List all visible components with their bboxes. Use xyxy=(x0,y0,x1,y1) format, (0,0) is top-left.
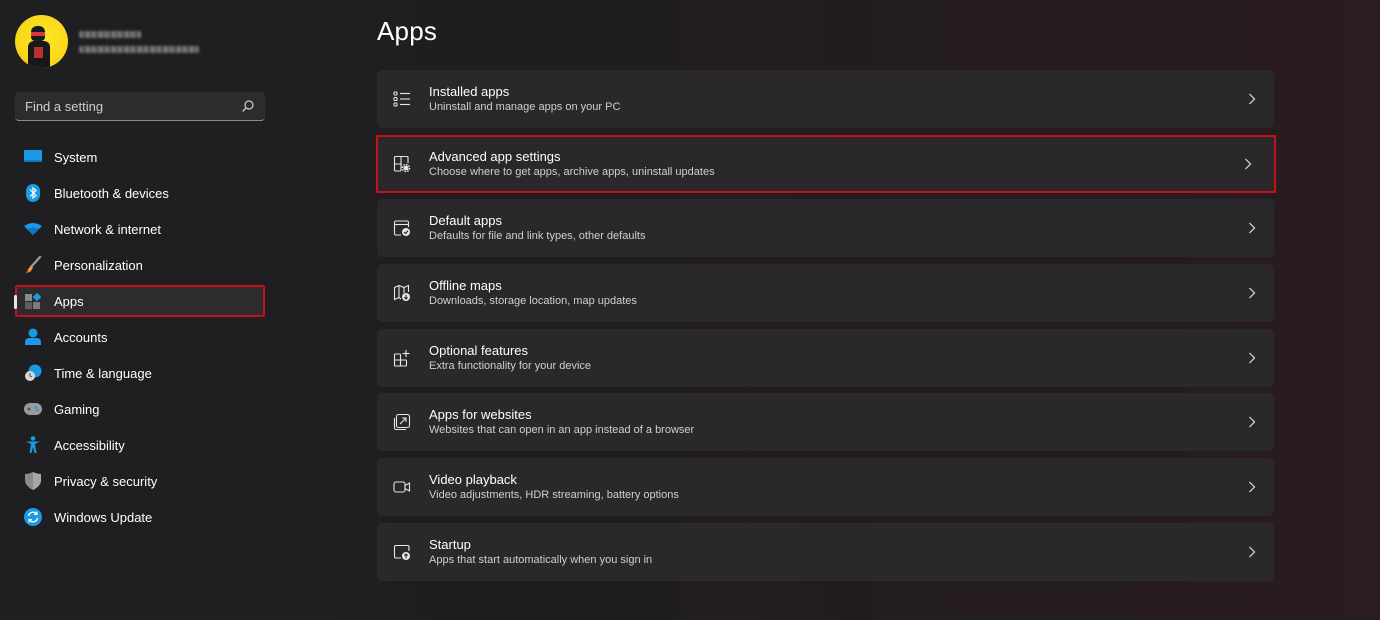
card-title: Default apps xyxy=(429,213,502,229)
sidebar: System Bluetooth & devices Network & int… xyxy=(0,0,280,620)
sidebar-item-label: System xyxy=(54,149,98,165)
chevron-right-icon xyxy=(1246,352,1258,364)
card-video-playback[interactable]: Video playback Video adjustments, HDR st… xyxy=(377,458,1274,517)
user-email-redacted xyxy=(79,45,199,53)
search-icon[interactable] xyxy=(241,99,255,113)
settings-list: Installed apps Uninstall and manage apps… xyxy=(376,70,1276,588)
card-title: Optional features xyxy=(429,342,529,358)
card-optional-features[interactable]: Optional features Extra functionality fo… xyxy=(377,328,1274,387)
chevron-right-icon xyxy=(1246,93,1258,105)
update-icon xyxy=(24,508,42,526)
card-startup[interactable]: Startup Apps that start automatically wh… xyxy=(377,522,1274,581)
startup-icon xyxy=(392,542,412,562)
open-external-icon xyxy=(392,412,412,432)
sidebar-item-accounts[interactable]: Accounts xyxy=(15,321,265,353)
card-subtitle: Choose where to get apps, archive apps, … xyxy=(429,165,715,178)
search-box[interactable] xyxy=(15,92,265,121)
card-subtitle: Extra functionality for your device xyxy=(429,359,592,372)
chevron-right-icon xyxy=(1246,546,1258,558)
wifi-icon xyxy=(24,220,42,238)
sidebar-item-label: Network & internet xyxy=(54,221,161,237)
apps-icon xyxy=(24,292,42,310)
card-subtitle: Websites that can open in an app instead… xyxy=(429,424,695,437)
sidebar-item-network-internet[interactable]: Network & internet xyxy=(15,213,265,245)
user-profile[interactable] xyxy=(15,15,199,68)
bluetooth-icon xyxy=(24,184,42,202)
chevron-right-icon xyxy=(1246,481,1258,493)
app-settings-icon xyxy=(392,154,412,174)
sidebar-item-bluetooth-devices[interactable]: Bluetooth & devices xyxy=(15,177,265,209)
card-title: Offline maps xyxy=(429,278,502,294)
add-feature-icon xyxy=(392,348,412,368)
sidebar-item-label: Time & language xyxy=(54,365,152,381)
card-installed-apps[interactable]: Installed apps Uninstall and manage apps… xyxy=(377,70,1274,128)
sidebar-item-time-language[interactable]: Time & language xyxy=(15,357,265,389)
sidebar-item-label: Privacy & security xyxy=(54,473,158,489)
sidebar-item-label: Bluetooth & devices xyxy=(54,185,169,201)
card-default-apps[interactable]: Default apps Defaults for file and link … xyxy=(377,199,1274,258)
list-icon xyxy=(392,89,412,109)
chevron-right-icon xyxy=(1246,287,1258,299)
default-apps-icon xyxy=(392,218,412,238)
sidebar-item-accessibility[interactable]: Accessibility xyxy=(15,429,265,461)
card-subtitle: Downloads, storage location, map updates xyxy=(429,295,637,308)
map-download-icon xyxy=(392,283,412,303)
user-name-redacted xyxy=(79,30,141,38)
chevron-right-icon xyxy=(1246,222,1258,234)
sidebar-item-privacy-security[interactable]: Privacy & security xyxy=(15,465,265,497)
person-icon xyxy=(24,328,42,346)
card-apps-for-websites[interactable]: Apps for websites Websites that can open… xyxy=(377,393,1274,452)
brush-icon xyxy=(24,256,42,274)
accessibility-icon xyxy=(24,436,42,454)
shield-icon xyxy=(24,472,42,490)
system-icon xyxy=(24,148,42,166)
sidebar-item-label: Apps xyxy=(54,293,84,309)
sidebar-item-label: Windows Update xyxy=(54,509,153,525)
chevron-right-icon xyxy=(1242,158,1254,170)
sidebar-item-apps[interactable]: Apps xyxy=(14,285,265,317)
sidebar-item-label: Gaming xyxy=(54,401,100,417)
card-offline-maps[interactable]: Offline maps Downloads, storage location… xyxy=(377,264,1274,323)
chevron-right-icon xyxy=(1246,416,1258,428)
gamepad-icon xyxy=(24,400,42,418)
sidebar-item-label: Accounts xyxy=(54,329,108,345)
clock-globe-icon xyxy=(24,364,42,382)
card-subtitle: Uninstall and manage apps on your PC xyxy=(429,101,621,113)
card-subtitle: Video adjustments, HDR streaming, batter… xyxy=(429,489,679,502)
card-subtitle: Defaults for file and link types, other … xyxy=(429,230,646,243)
page-title: Apps xyxy=(377,16,438,46)
search-input[interactable] xyxy=(25,98,241,114)
video-icon xyxy=(392,477,412,497)
card-title: Apps for websites xyxy=(429,407,532,423)
card-title: Advanced app settings xyxy=(429,148,561,164)
sidebar-item-personalization[interactable]: Personalization xyxy=(15,249,265,281)
sidebar-item-system[interactable]: System xyxy=(15,141,265,173)
sidebar-nav: System Bluetooth & devices Network & int… xyxy=(14,141,265,537)
card-title: Startup xyxy=(429,536,471,552)
card-title: Video playback xyxy=(429,472,517,488)
sidebar-item-windows-update[interactable]: Windows Update xyxy=(15,501,265,533)
card-title: Installed apps xyxy=(429,84,510,99)
sidebar-item-label: Accessibility xyxy=(54,437,125,453)
avatar[interactable] xyxy=(15,15,68,68)
card-advanced-app-settings[interactable]: Advanced app settings Choose where to ge… xyxy=(376,134,1276,193)
sidebar-item-label: Personalization xyxy=(54,257,143,273)
sidebar-item-gaming[interactable]: Gaming xyxy=(15,393,265,425)
card-subtitle: Apps that start automatically when you s… xyxy=(429,553,653,566)
